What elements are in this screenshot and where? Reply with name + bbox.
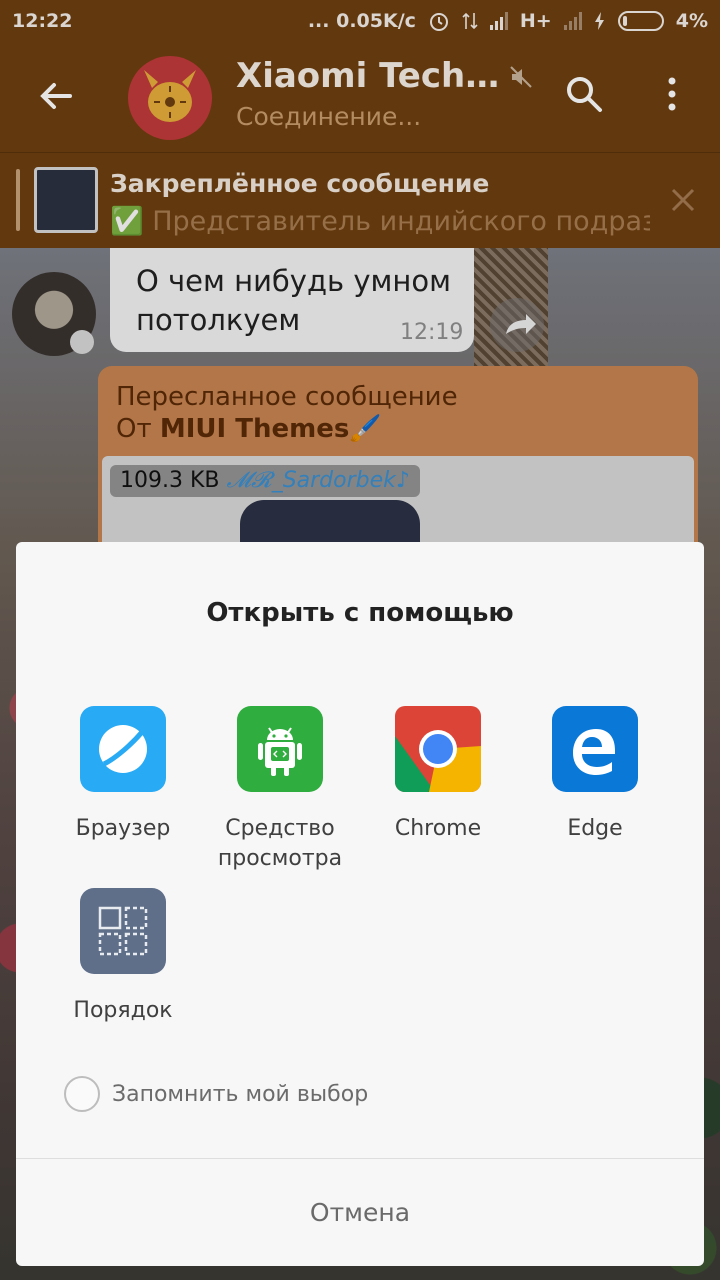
app-label-chrome: Chrome [394, 816, 482, 841]
app-label-viewer: Средство просмотра [217, 816, 343, 871]
app-option-viewer[interactable]: Средство просмотра [205, 706, 355, 874]
app-label-order: Порядок [73, 998, 173, 1023]
cancel-button[interactable]: Отмена [16, 1159, 704, 1266]
remember-label: Запомнить мой выбор [112, 1081, 369, 1107]
remember-radio[interactable] [64, 1076, 100, 1112]
android-viewer-icon [237, 706, 323, 792]
app-option-edge[interactable]: Edge [520, 706, 670, 844]
grid-icon [80, 888, 166, 974]
app-label-edge: Edge [567, 816, 623, 841]
dialog-title: Открыть с помощью [206, 598, 514, 628]
open-with-dialog: Открыть с помощью Браузер Средство просм… [16, 542, 704, 1266]
chrome-icon [395, 706, 481, 792]
app-option-browser[interactable]: Браузер [48, 706, 198, 844]
edge-icon [552, 706, 638, 792]
remember-choice[interactable]: Запомнить мой выбор [64, 1076, 368, 1112]
app-option-chrome[interactable]: Chrome [363, 706, 513, 844]
browser-icon [80, 706, 166, 792]
app-label-browser: Браузер [75, 816, 171, 841]
app-option-order[interactable]: Порядок [48, 888, 198, 1026]
